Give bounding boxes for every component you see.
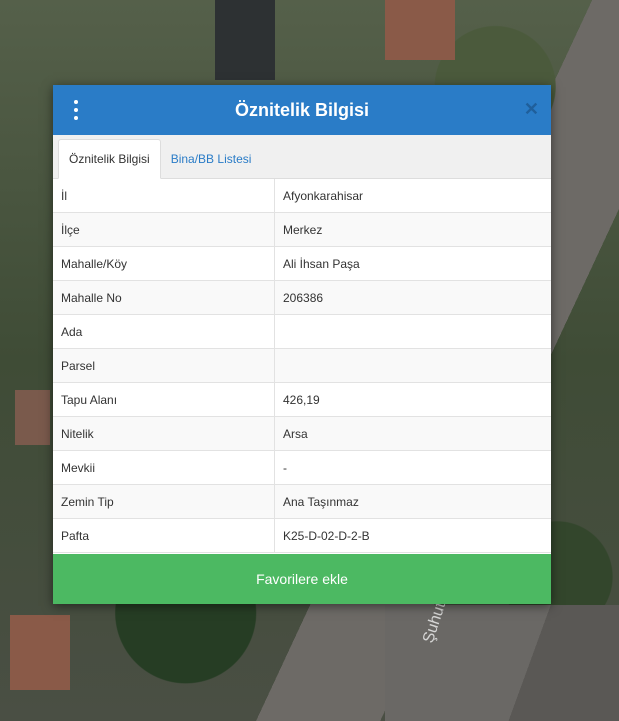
dialog-title: Öznitelik Bilgisi: [234, 99, 370, 120]
attribute-key: Mahalle No: [53, 280, 275, 315]
attribute-key: İl: [53, 179, 275, 213]
table-row: Mahalle/Köy Ali İhsan Paşa: [53, 246, 551, 281]
attribute-value: [274, 348, 551, 383]
attribute-value: -: [274, 450, 551, 485]
table-row: İlçe Merkez: [53, 212, 551, 247]
attribute-table: İl Afyonkarahisar İlçe Merkez Mahalle/Köy Ali…: [53, 179, 551, 553]
table-row: Tapu Alanı 426,19: [53, 382, 551, 417]
attribute-value: Ali İhsan Paşa: [274, 246, 551, 281]
attribute-key: Ada: [53, 314, 275, 349]
attribute-key: Mevkii: [53, 450, 275, 485]
table-row: Ada: [53, 314, 551, 349]
attribute-value: Ana Taşınmaz: [274, 484, 551, 519]
road: [385, 605, 619, 721]
tab-attribute-info[interactable]: Öznitelik Bilgisi: [58, 139, 161, 179]
table-row: Mahalle No 206386: [53, 280, 551, 315]
attribute-key: Zemin Tip: [53, 484, 275, 519]
attribute-key: İlçe: [53, 212, 275, 247]
add-to-favorites-button[interactable]: Favorilere ekle: [53, 554, 551, 604]
table-row: Parsel: [53, 348, 551, 383]
attribute-value: [274, 314, 551, 349]
attribute-value: Merkez: [274, 212, 551, 247]
attribute-value: Arsa: [274, 416, 551, 451]
attribute-key: Mahalle/Köy: [53, 246, 275, 281]
attribute-value: 206386: [274, 280, 551, 315]
tab-building-list[interactable]: Bina/BB Listesi: [161, 140, 262, 178]
close-icon[interactable]: ✕: [524, 99, 539, 120]
table-row: Pafta K25-D-02-D-2-B: [53, 518, 551, 553]
building-roof: [15, 390, 50, 445]
building-roof: [10, 615, 70, 690]
attribute-key: Tapu Alanı: [53, 382, 275, 417]
attribute-value: 426,19: [274, 382, 551, 417]
attribute-key: Pafta: [53, 518, 275, 553]
attribute-key: Parsel: [53, 348, 275, 383]
building-roof: [385, 0, 455, 60]
table-row: Mevkii -: [53, 450, 551, 485]
building-roof: [215, 0, 275, 80]
table-row: Nitelik Arsa: [53, 416, 551, 451]
tab-bar: Öznitelik Bilgisi Bina/BB Listesi: [53, 135, 551, 179]
attribute-value: K25-D-02-D-2-B: [274, 518, 551, 553]
attribute-info-dialog: Öznitelik Bilgisi ✕ Öznitelik Bilgisi Bi…: [53, 85, 551, 604]
attribute-value: Afyonkarahisar: [274, 179, 551, 213]
kebab-menu-icon[interactable]: [72, 100, 80, 120]
table-row: Zemin Tip Ana Taşınmaz: [53, 484, 551, 519]
dialog-header: Öznitelik Bilgisi ✕: [53, 85, 551, 135]
table-row: İl Afyonkarahisar: [53, 179, 551, 213]
attribute-key: Nitelik: [53, 416, 275, 451]
